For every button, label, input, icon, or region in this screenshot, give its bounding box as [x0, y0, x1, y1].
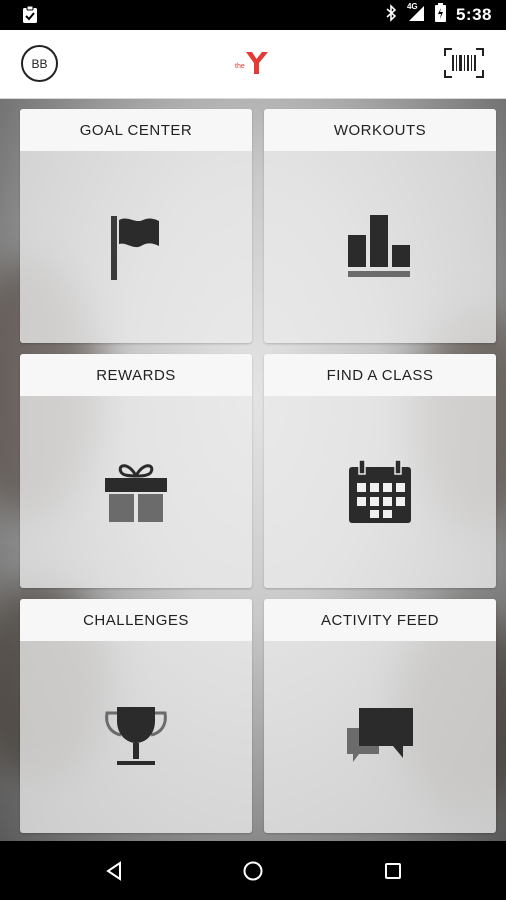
status-time: 5:38	[455, 5, 492, 24]
tile-label: FIND A CLASS	[264, 354, 496, 396]
bluetooth-icon	[386, 3, 397, 27]
status-bar: 4G 5:38	[0, 0, 506, 30]
tile-label: ACTIVITY FEED	[264, 599, 496, 641]
notification-clipboard-icon	[22, 5, 38, 29]
tile-find-a-class[interactable]: FIND A CLASS	[264, 354, 496, 588]
calendar-icon	[349, 459, 411, 523]
tile-workouts[interactable]: WORKOUTS	[264, 109, 496, 343]
back-button[interactable]	[84, 841, 144, 900]
tile-rewards[interactable]: REWARDS	[20, 354, 252, 588]
recents-button[interactable]	[363, 841, 423, 900]
ymca-logo: the	[232, 50, 272, 81]
network-label: 4G	[406, 1, 418, 11]
chat-bubbles-icon	[347, 708, 413, 762]
signal-icon: 4G	[406, 1, 425, 27]
barcode-scanner-button[interactable]	[444, 48, 484, 83]
bar-chart-icon	[348, 215, 410, 277]
barcode-scanner-icon	[444, 48, 484, 78]
tile-goal-center[interactable]: GOAL CENTER	[20, 109, 252, 343]
recents-icon	[385, 862, 401, 879]
avatar-initials: BB	[31, 56, 48, 71]
tile-challenges[interactable]: CHALLENGES	[20, 599, 252, 833]
flag-icon	[111, 216, 159, 280]
back-icon	[106, 860, 121, 881]
tile-label: CHALLENGES	[20, 599, 252, 641]
home-button[interactable]	[223, 841, 283, 900]
gift-icon	[105, 464, 167, 522]
logo-text: the	[235, 63, 245, 70]
tile-label: WORKOUTS	[264, 109, 496, 151]
trophy-icon	[105, 707, 167, 765]
home-icon	[243, 861, 263, 880]
tile-activity-feed[interactable]: ACTIVITY FEED	[264, 599, 496, 833]
tile-label: GOAL CENTER	[20, 109, 252, 151]
avatar[interactable]: BB	[21, 45, 58, 82]
system-nav-bar	[0, 841, 506, 900]
battery-icon	[434, 3, 446, 27]
tile-label: REWARDS	[20, 354, 252, 396]
dashboard-grid: GOAL CENTER WORKOUTS REWARDS FIND A CLAS…	[0, 99, 506, 841]
app-bar: BB the	[0, 30, 506, 99]
